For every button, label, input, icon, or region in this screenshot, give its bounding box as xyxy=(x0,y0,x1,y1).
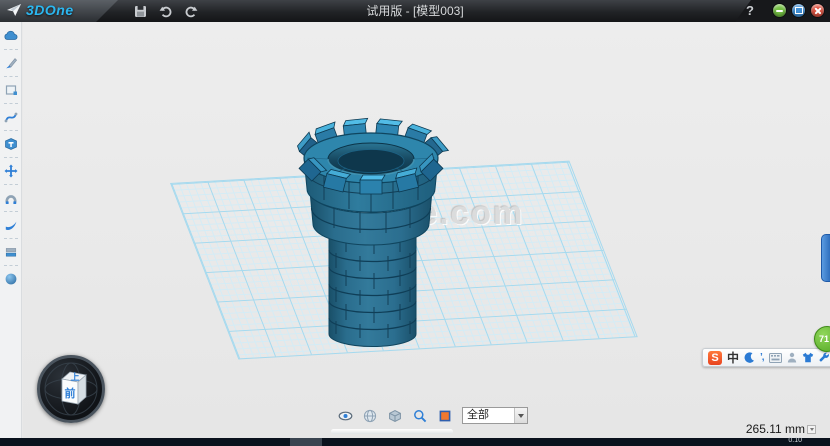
sidebar-separator xyxy=(4,265,18,266)
zoom-button[interactable] xyxy=(412,408,428,424)
wrench-icon[interactable] xyxy=(819,352,830,363)
save-button[interactable] xyxy=(132,3,149,19)
view-cube-front-label: 前 xyxy=(65,386,76,400)
clip-box-button[interactable] xyxy=(437,408,453,424)
minimize-button[interactable] xyxy=(773,4,786,17)
measurement-unit-dropdown[interactable] xyxy=(807,425,816,434)
help-button[interactable]: ? xyxy=(742,2,758,20)
3d-viewport[interactable]: 3DOne.com xyxy=(23,22,830,438)
3done-app-window: 3DOne xyxy=(0,0,830,446)
move-arrows-icon xyxy=(4,164,18,178)
keyboard-icon[interactable] xyxy=(769,353,782,363)
taskbar-segment[interactable] xyxy=(290,438,322,446)
os-taskbar: 0.10 xyxy=(0,438,830,446)
redo-button[interactable] xyxy=(182,3,199,19)
swoosh-icon xyxy=(4,218,18,232)
brush-icon xyxy=(4,56,18,70)
sphere-icon xyxy=(4,272,18,286)
rectangle-icon xyxy=(4,83,18,97)
measurement-readout: 265.11 mm xyxy=(746,422,816,436)
cube-t-icon xyxy=(4,137,18,151)
sidebar-tool-sketch-draw[interactable] xyxy=(1,53,21,73)
moon-icon[interactable] xyxy=(744,352,755,364)
redo-icon xyxy=(184,5,198,18)
save-icon xyxy=(134,5,147,18)
sidebar-separator xyxy=(4,49,18,50)
bottom-highlight-bar xyxy=(331,429,453,434)
close-button[interactable] xyxy=(811,4,824,17)
dropdown-arrow-button[interactable] xyxy=(514,408,527,423)
sidebar-tool-sketch-edit[interactable] xyxy=(1,80,21,100)
window-controls xyxy=(773,4,824,17)
sidebar-separator xyxy=(4,184,18,185)
speed-ball-value: 71 xyxy=(819,334,829,344)
sidebar-tool-feature-curve[interactable] xyxy=(1,107,21,127)
window-title: 试用版 - [模型003] xyxy=(0,0,830,22)
eye-icon xyxy=(338,409,353,423)
person-icon[interactable] xyxy=(787,352,797,363)
measurement-value: 265.11 mm xyxy=(746,422,805,436)
sidebar-tool-assembly[interactable] xyxy=(1,188,21,208)
quick-toolbar xyxy=(132,3,199,19)
shirt-icon[interactable] xyxy=(802,352,814,363)
ime-logo[interactable]: S xyxy=(708,351,722,365)
visibility-button[interactable] xyxy=(337,408,353,424)
paper-plane-icon xyxy=(6,3,22,17)
taskbar-clipped-text: 0.10 xyxy=(788,437,802,444)
display-mode-button[interactable] xyxy=(387,408,403,424)
sidebar-tool-model-library[interactable] xyxy=(1,26,21,46)
magnifier-icon xyxy=(413,409,427,423)
maximize-button[interactable] xyxy=(792,4,805,17)
left-tool-sidebar xyxy=(0,22,22,438)
selection-filter-dropdown[interactable]: 全部 xyxy=(462,407,528,424)
undo-icon xyxy=(159,5,173,18)
view-orientation-button[interactable] xyxy=(362,408,378,424)
ime-mode-toggle[interactable]: 中 xyxy=(727,349,739,366)
view-cube-top-label: 上 xyxy=(70,371,79,382)
titlebar: 3DOne xyxy=(0,0,830,22)
magnet-icon xyxy=(4,191,18,205)
chevron-down-icon xyxy=(518,414,524,418)
sidebar-separator xyxy=(4,211,18,212)
spline-icon xyxy=(4,110,18,124)
sidebar-separator xyxy=(4,238,18,239)
undo-button[interactable] xyxy=(157,3,174,19)
tower-body xyxy=(329,232,416,347)
shaded-cube-icon xyxy=(388,409,402,423)
app-logo-text: 3DOne xyxy=(26,2,74,18)
view-navigation-ball[interactable]: 上 前 xyxy=(37,355,105,423)
sidebar-separator xyxy=(4,130,18,131)
selection-filter-value: 全部 xyxy=(463,408,514,423)
sidebar-tool-render[interactable] xyxy=(1,269,21,289)
globe-icon xyxy=(363,409,377,423)
sidebar-tool-special-feature[interactable] xyxy=(1,134,21,154)
app-logo: 3DOne xyxy=(6,2,74,18)
clip-box-icon xyxy=(438,409,452,423)
sidebar-separator xyxy=(4,103,18,104)
tower-model[interactable] xyxy=(294,112,454,352)
chevron-down-icon xyxy=(810,428,814,431)
right-panel-handle[interactable] xyxy=(821,234,830,282)
ime-punctuation-toggle[interactable]: ’, xyxy=(760,352,764,363)
sidebar-separator xyxy=(4,157,18,158)
sidebar-tool-basic-edit[interactable] xyxy=(1,161,21,181)
layers-icon xyxy=(4,245,18,259)
view-toolbar: 全部 xyxy=(337,407,528,424)
ime-toolbar: S 中 ’, xyxy=(702,348,830,367)
sidebar-tool-deform[interactable] xyxy=(1,215,21,235)
sidebar-separator xyxy=(4,76,18,77)
view-cube[interactable]: 上 前 xyxy=(37,355,105,423)
sidebar-tool-material[interactable] xyxy=(1,242,21,262)
cloud-icon xyxy=(4,29,18,43)
